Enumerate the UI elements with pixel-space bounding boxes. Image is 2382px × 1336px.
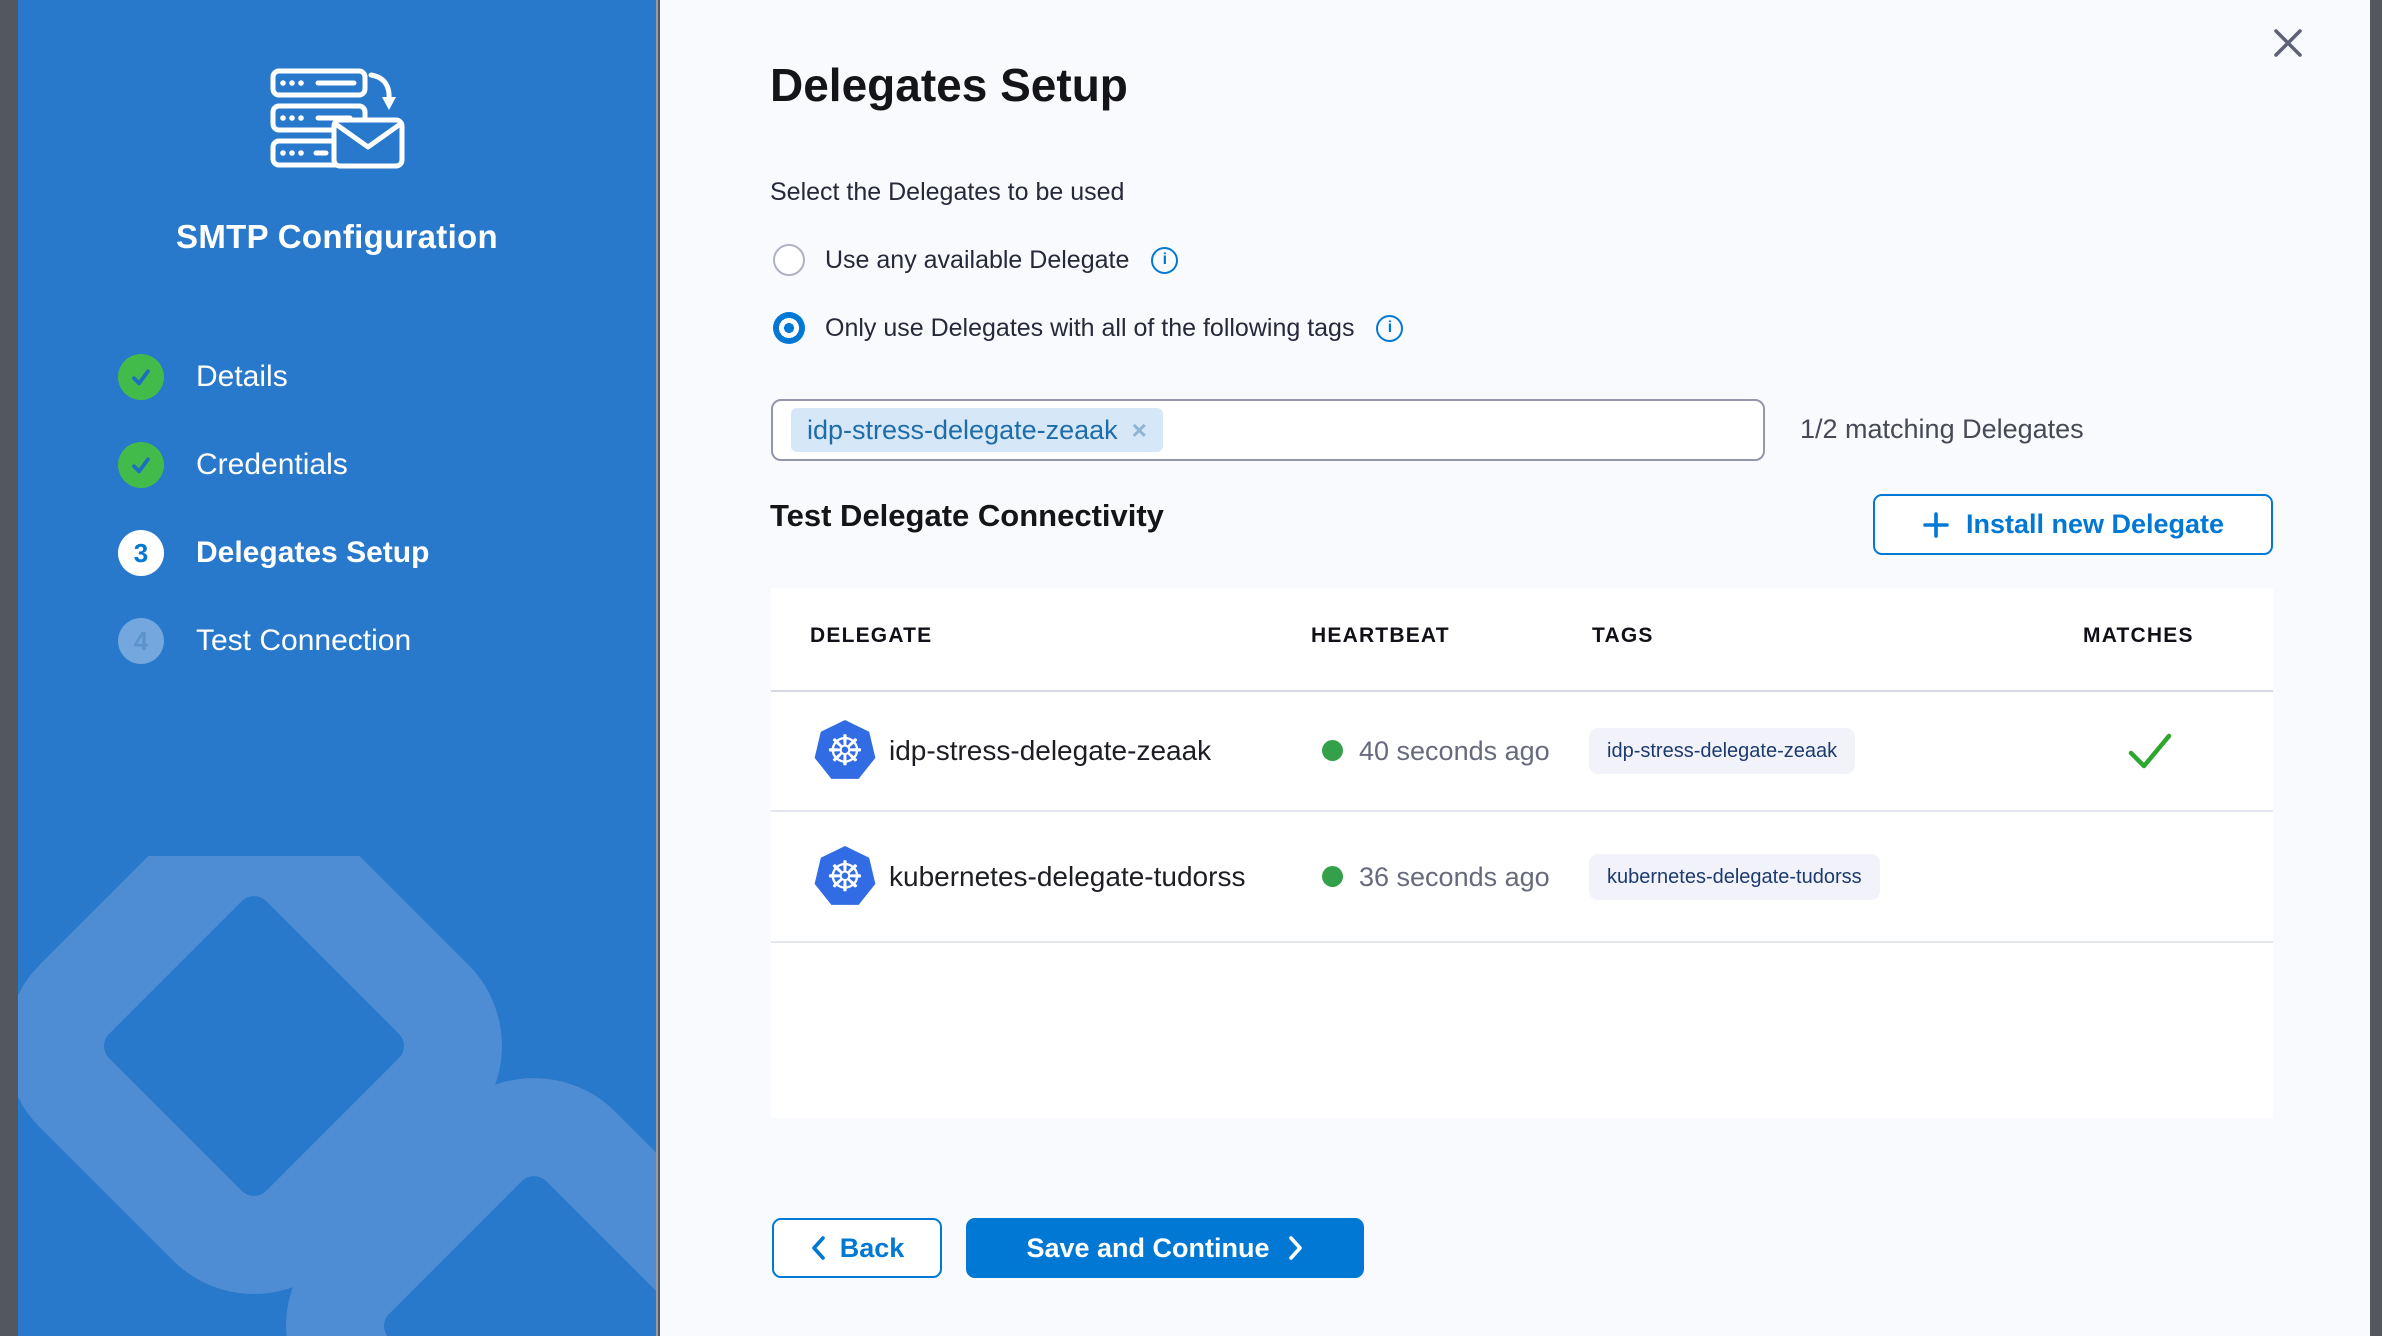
column-header-tags: TAGS xyxy=(1592,624,1654,648)
sidebar-step-test-connection[interactable]: 4 Test Connection xyxy=(118,617,429,665)
save-button-label: Save and Continue xyxy=(1026,1233,1269,1264)
info-icon[interactable]: i xyxy=(1376,315,1403,342)
delegate-name: kubernetes-delegate-tudorss xyxy=(889,861,1245,893)
heartbeat-time: 40 seconds ago xyxy=(1359,736,1550,767)
harness-logo-watermark xyxy=(18,856,658,1336)
sidebar-step-delegates-setup[interactable]: 3 Delegates Setup xyxy=(118,529,429,577)
sidebar-step-details[interactable]: Details xyxy=(118,353,429,401)
radio-unselected-icon[interactable] xyxy=(773,244,805,276)
row-divider xyxy=(771,810,2273,812)
install-new-delegate-button[interactable]: Install new Delegate xyxy=(1873,494,2273,555)
step-done-check-icon xyxy=(118,354,164,400)
close-icon[interactable] xyxy=(2269,24,2307,62)
header-divider xyxy=(771,690,2273,692)
save-and-continue-button[interactable]: Save and Continue xyxy=(966,1218,1364,1278)
column-header-heartbeat: HEARTBEAT xyxy=(1311,624,1450,648)
step-label: Delegates Setup xyxy=(196,536,429,570)
column-header-matches: MATCHES xyxy=(2083,624,2194,648)
radio-selected-icon[interactable] xyxy=(773,312,805,344)
step-label: Details xyxy=(196,360,288,394)
delegates-setup-panel: Delegates Setup Select the Delegates to … xyxy=(660,0,2370,1336)
wizard-title: SMTP Configuration xyxy=(18,218,656,256)
delegate-name: idp-stress-delegate-zeaak xyxy=(889,735,1211,767)
radio-use-any-delegate[interactable]: Use any available Delegate i xyxy=(773,244,1178,276)
heartbeat-status-dot xyxy=(1322,740,1343,761)
back-button[interactable]: Back xyxy=(772,1218,942,1278)
row-divider xyxy=(771,941,2273,943)
step-label: Credentials xyxy=(196,448,348,482)
smtp-configuration-modal: SMTP Configuration Details Credentials 3… xyxy=(0,0,2382,1336)
delegate-tag-badge: idp-stress-delegate-zeaak xyxy=(1589,728,1855,774)
radio-only-tagged-delegates[interactable]: Only use Delegates with all of the follo… xyxy=(773,312,1403,344)
heartbeat-time: 36 seconds ago xyxy=(1359,862,1550,893)
matching-delegates-count: 1/2 matching Delegates xyxy=(1800,414,2084,445)
plus-icon xyxy=(1922,511,1950,539)
delegates-table: DELEGATE HEARTBEAT TAGS MATCHES ☸ idp-st… xyxy=(771,588,2273,1118)
chevron-right-icon xyxy=(1288,1235,1304,1261)
install-button-label: Install new Delegate xyxy=(1966,509,2224,540)
kubernetes-icon: ☸ xyxy=(814,720,876,782)
page-title: Delegates Setup xyxy=(770,58,1128,112)
wizard-sidebar: SMTP Configuration Details Credentials 3… xyxy=(18,0,658,1336)
step-done-check-icon xyxy=(118,442,164,488)
step-number-badge: 4 xyxy=(118,618,164,664)
tag-chip: idp-stress-delegate-zeaak × xyxy=(791,408,1163,452)
heartbeat-status-dot xyxy=(1322,866,1343,887)
delegate-tags-input[interactable]: idp-stress-delegate-zeaak × xyxy=(771,399,1765,461)
step-label: Test Connection xyxy=(196,624,411,658)
matches-check-icon xyxy=(2127,730,2173,777)
tag-chip-label: idp-stress-delegate-zeaak xyxy=(807,415,1118,446)
sidebar-step-credentials[interactable]: Credentials xyxy=(118,441,429,489)
remove-tag-icon[interactable]: × xyxy=(1132,417,1147,443)
radio-label: Use any available Delegate xyxy=(825,246,1129,275)
wizard-steps: Details Credentials 3 Delegates Setup 4 … xyxy=(118,353,429,705)
chevron-left-icon xyxy=(810,1235,826,1261)
back-button-label: Back xyxy=(840,1233,905,1264)
step-number-badge: 3 xyxy=(118,530,164,576)
smtp-server-mail-icon xyxy=(270,68,406,170)
radio-label: Only use Delegates with all of the follo… xyxy=(825,314,1354,343)
section-title: Test Delegate Connectivity xyxy=(770,498,1164,534)
page-subtitle: Select the Delegates to be used xyxy=(770,178,1124,207)
kubernetes-icon: ☸ xyxy=(814,846,876,908)
info-icon[interactable]: i xyxy=(1151,247,1178,274)
delegate-tag-badge: kubernetes-delegate-tudorss xyxy=(1589,854,1880,900)
column-header-delegate: DELEGATE xyxy=(810,624,932,648)
